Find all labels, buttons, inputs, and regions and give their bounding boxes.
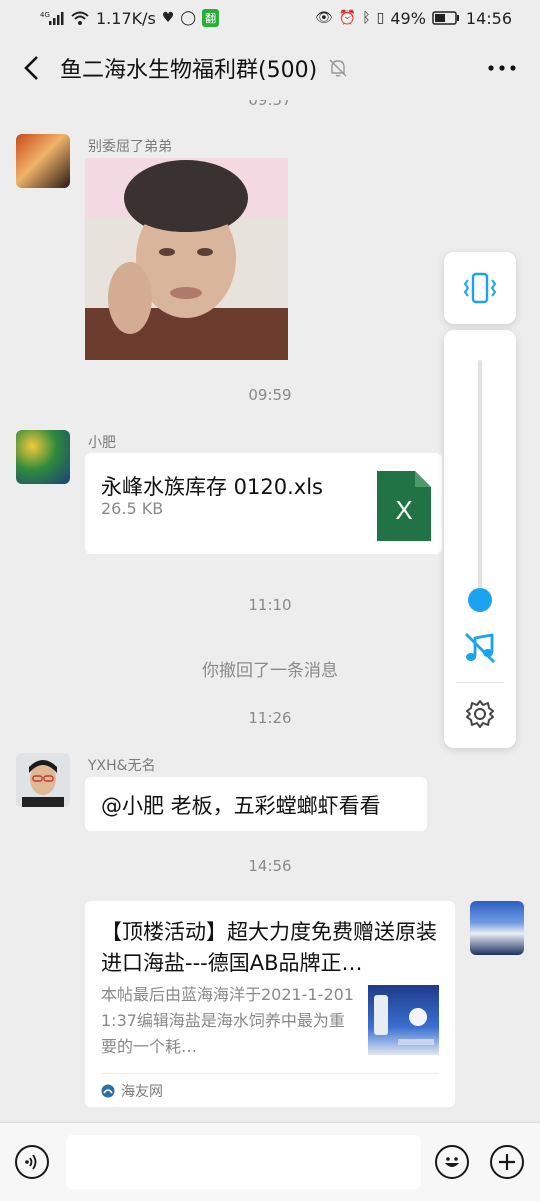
timestamp: 09:57 bbox=[248, 100, 292, 109]
more-dots-icon bbox=[488, 65, 516, 71]
volume-slider-thumb[interactable] bbox=[468, 588, 492, 612]
avatar[interactable] bbox=[16, 134, 70, 188]
battery-percent: 49% bbox=[390, 8, 426, 28]
music-off-icon bbox=[465, 633, 495, 663]
sound-settings-button[interactable] bbox=[464, 698, 496, 730]
link-title: 【顶楼活动】超大力度免费赠送原装进口海盐---德国AB品牌正… bbox=[101, 920, 437, 975]
volume-panel bbox=[444, 330, 516, 748]
message-input[interactable] bbox=[66, 1135, 421, 1189]
timestamp: 14:56 bbox=[248, 857, 292, 875]
vibrate-mode-button[interactable] bbox=[444, 252, 516, 324]
card-divider bbox=[101, 1073, 439, 1074]
app-badge: 翻 bbox=[202, 9, 220, 27]
link-source: 海友网 bbox=[101, 1081, 163, 1101]
voice-icon bbox=[25, 1154, 37, 1170]
status-time: 14:56 bbox=[465, 8, 512, 28]
file-size: 26.5 KB bbox=[101, 499, 164, 518]
heart-icon: ♥ bbox=[161, 10, 175, 26]
volume-slider[interactable] bbox=[478, 360, 482, 600]
battery-icon bbox=[432, 11, 460, 25]
plus-icon bbox=[499, 1154, 515, 1170]
bluetooth-icon: ᛒ bbox=[362, 10, 371, 26]
emoji-button[interactable] bbox=[435, 1145, 469, 1179]
sync-icon: ◯ bbox=[180, 10, 197, 26]
file-message[interactable]: 永峰水族库存 0120.xls 26.5 KB X bbox=[85, 453, 442, 554]
chat-title: 鱼二海水生物福利群(500) bbox=[60, 58, 318, 83]
text-message[interactable]: @小肥 老板，五彩螳螂虾看看 bbox=[85, 777, 427, 831]
image-message[interactable] bbox=[85, 158, 288, 360]
panel-divider bbox=[456, 682, 504, 683]
link-description: 本帖最后由蓝海海洋于2021-1-2011:37编辑海盐是海水饲养中最为重要的一… bbox=[101, 985, 354, 1056]
voice-input-button[interactable] bbox=[15, 1145, 49, 1179]
emoji-icon bbox=[445, 1157, 459, 1167]
sender-name: YXH&无名 bbox=[88, 758, 156, 774]
source-logo-icon bbox=[101, 1084, 115, 1098]
eye-icon: 👁 bbox=[314, 10, 333, 26]
title-bar: 鱼二海水生物福利群(500) bbox=[0, 36, 540, 100]
vibrate-status-icon: ▯ bbox=[376, 10, 385, 26]
excel-file-icon: X bbox=[377, 471, 431, 541]
sender-name: 小肥 bbox=[88, 435, 116, 451]
excel-letter: X bbox=[395, 495, 413, 525]
avatar[interactable] bbox=[16, 753, 70, 807]
vibrate-icon bbox=[463, 272, 497, 304]
source-name: 海友网 bbox=[121, 1084, 163, 1100]
status-bar: 4G 1.17K/s ♥ ◯ 翻 👁 ⏰ ᛒ ▯ 49% 14:56 bbox=[0, 0, 540, 36]
file-name: 永峰水族库存 0120.xls bbox=[101, 475, 323, 499]
photo-image bbox=[85, 158, 288, 360]
link-card-message[interactable]: 【顶楼活动】超大力度免费赠送原装进口海盐---德国AB品牌正… 本帖最后由蓝海海… bbox=[85, 901, 455, 1107]
net-speed: 1.17K/s bbox=[96, 8, 156, 28]
signal-icon: 4G bbox=[40, 10, 64, 26]
link-thumbnail bbox=[368, 985, 439, 1055]
more-functions-button[interactable] bbox=[490, 1145, 524, 1179]
more-options-button[interactable] bbox=[486, 52, 518, 84]
gear-icon bbox=[466, 700, 494, 728]
alarm-icon: ⏰ bbox=[338, 10, 357, 26]
chevron-left-icon bbox=[24, 56, 38, 80]
mute-bell-icon bbox=[329, 59, 347, 77]
wifi-icon bbox=[70, 10, 90, 26]
media-muted-button[interactable] bbox=[462, 630, 498, 666]
my-avatar[interactable] bbox=[470, 901, 524, 955]
avatar[interactable] bbox=[16, 430, 70, 484]
message-text: @小肥 老板，五彩螳螂虾看看 bbox=[101, 794, 381, 818]
back-button[interactable] bbox=[16, 53, 46, 83]
svg-text:4G: 4G bbox=[40, 11, 50, 19]
input-bar bbox=[0, 1122, 540, 1201]
sender-name: 别委屈了弟弟 bbox=[88, 139, 172, 155]
